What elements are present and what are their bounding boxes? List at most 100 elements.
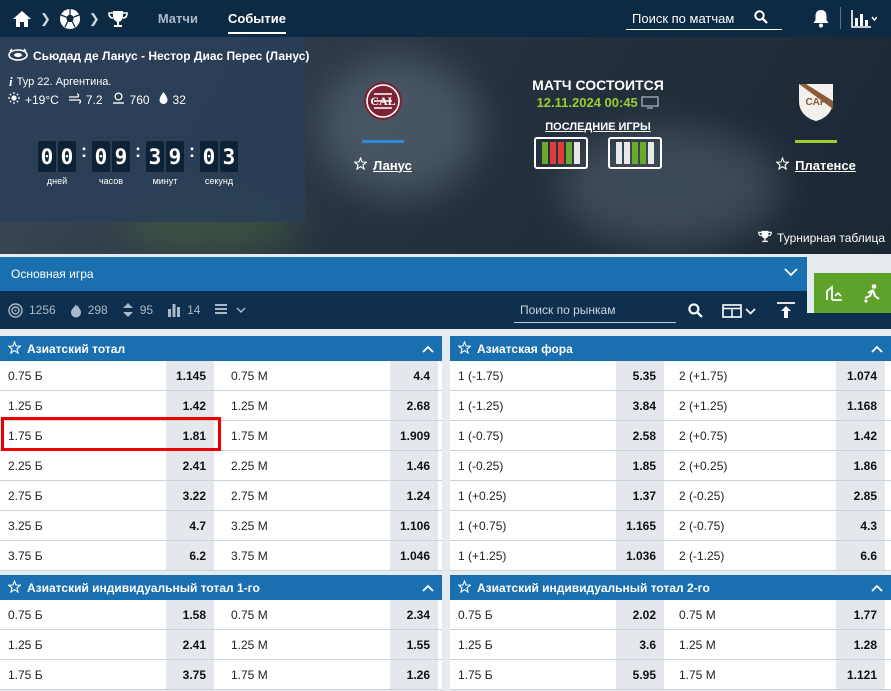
home-team-name[interactable]: Ланус — [353, 156, 412, 173]
soccer-ball-icon[interactable] — [59, 8, 81, 30]
form-result — [574, 141, 580, 164]
odds-button[interactable]: 2.58 — [616, 421, 664, 450]
star-icon[interactable] — [457, 578, 472, 596]
odds-button[interactable]: 1.036 — [616, 541, 664, 570]
market-group-label: Основная игра — [11, 267, 94, 281]
divider — [840, 7, 841, 29]
odds-button[interactable]: 1.58 — [166, 600, 214, 629]
odds-button[interactable]: 2.41 — [166, 451, 214, 480]
bell-icon[interactable] — [812, 9, 830, 28]
odds-button[interactable]: 1.86 — [836, 451, 885, 480]
tab-matches[interactable]: Матчи — [158, 0, 198, 37]
odds-button[interactable]: 1.168 — [836, 391, 885, 420]
market-header[interactable]: Азиатский индивидуальный тотал 2-го — [450, 575, 891, 600]
market-header[interactable]: Азиатский тотал — [0, 336, 442, 361]
star-icon[interactable] — [775, 156, 790, 173]
outcome-row: 1 (-0.75) 2.58 2 (+0.75) 1.42 — [450, 421, 891, 451]
filter-list-menu[interactable] — [214, 303, 246, 317]
home-icon[interactable] — [12, 10, 32, 28]
odds-button[interactable]: 1.85 — [616, 451, 664, 480]
odds-button[interactable]: 4.3 — [836, 511, 885, 540]
chevron-up-icon[interactable] — [871, 581, 883, 595]
last-games-link[interactable]: ПОСЛЕДНИЕ ИГРЫ — [480, 121, 716, 133]
odds-button[interactable]: 1.046 — [390, 541, 438, 570]
star-icon[interactable] — [457, 339, 472, 357]
filter-over-under[interactable]: 95 — [122, 302, 153, 318]
field-view-button[interactable] — [814, 273, 854, 313]
chevron-down-icon[interactable] — [784, 266, 798, 280]
odds-button[interactable]: 1.42 — [836, 421, 885, 450]
star-icon[interactable] — [353, 156, 368, 173]
star-icon[interactable] — [7, 578, 22, 596]
odds-button[interactable]: 1.55 — [390, 630, 438, 659]
tv-icon[interactable] — [641, 95, 660, 112]
odds-button[interactable]: 3.6 — [616, 630, 664, 659]
odds-button[interactable]: 3.84 — [616, 391, 664, 420]
away-team-name[interactable]: Платенсе — [775, 156, 856, 173]
odds-button[interactable]: 2.02 — [616, 600, 664, 629]
odds-button[interactable]: 1.165 — [616, 511, 664, 540]
odds-button[interactable]: 1.24 — [390, 481, 438, 510]
odds-button[interactable]: 2.85 — [836, 481, 885, 510]
odds-button[interactable]: 6.2 — [166, 541, 214, 570]
away-form[interactable] — [608, 136, 662, 169]
statistics-icon[interactable] — [851, 9, 877, 28]
odds-button[interactable]: 1.26 — [390, 660, 438, 689]
chevron-up-icon[interactable] — [871, 342, 883, 356]
odds-button[interactable]: 4.7 — [166, 511, 214, 540]
layout-toggle[interactable] — [722, 304, 756, 318]
market-title: Азиатская фора — [477, 341, 573, 356]
filter-stats[interactable]: 14 — [167, 302, 200, 318]
market-group-select[interactable]: Основная игра — [0, 257, 807, 291]
market-header[interactable]: Азиатская фора — [450, 336, 891, 361]
chevron-up-icon[interactable] — [422, 581, 434, 595]
search-icon[interactable] — [754, 10, 768, 27]
home-form[interactable] — [534, 136, 588, 169]
star-icon[interactable] — [7, 339, 22, 357]
match-search-input[interactable] — [626, 11, 754, 26]
market-header[interactable]: Азиатский индивидуальный тотал 1-го — [0, 575, 442, 600]
odds-button[interactable]: 1.145 — [166, 361, 214, 390]
odds-button[interactable]: 6.6 — [836, 541, 885, 570]
odds-button[interactable]: 1.909 — [390, 421, 438, 450]
market-search-input[interactable] — [520, 299, 670, 321]
outcome-label: 3.75 Б — [8, 548, 43, 563]
chevron-up-icon[interactable] — [422, 342, 434, 356]
away-team[interactable]: CAP Платенсе — [766, 81, 866, 173]
odds-button[interactable]: 5.95 — [616, 660, 664, 689]
tab-event[interactable]: Событие — [227, 0, 287, 37]
odds-button[interactable]: 1.074 — [836, 361, 885, 390]
odds-button[interactable]: 1.106 — [390, 511, 438, 540]
away-team-label[interactable]: Платенсе — [795, 158, 856, 173]
filter-hot[interactable]: 298 — [70, 302, 108, 318]
search-icon[interactable] — [688, 303, 703, 321]
outcome-row: 2.75 Б 3.22 2.75 М 1.24 — [0, 481, 442, 511]
standings-label[interactable]: Турнирная таблица — [777, 231, 885, 245]
odds-button[interactable]: 1.121 — [836, 660, 885, 689]
odds-button[interactable]: 4.4 — [390, 361, 438, 390]
home-team[interactable]: CAL Ланус — [350, 81, 416, 173]
player-view-button[interactable] — [852, 273, 891, 313]
odds-button[interactable]: 2.34 — [390, 600, 438, 629]
odds-button[interactable]: 1.46 — [390, 451, 438, 480]
odds-button[interactable]: 1.42 — [166, 391, 214, 420]
odds-button[interactable]: 2.68 — [390, 391, 438, 420]
outcome-label: 1 (-1.25) — [458, 398, 504, 413]
home-team-label[interactable]: Ланус — [373, 158, 412, 173]
odds-button[interactable]: 1.28 — [836, 630, 885, 659]
odds-button[interactable]: 2.41 — [166, 630, 214, 659]
odds-button[interactable]: 3.22 — [166, 481, 214, 510]
collapse-all-icon[interactable] — [776, 302, 796, 322]
standings-link[interactable]: Турнирная таблица — [758, 230, 885, 246]
match-info-panel: Сьюдад де Ланус - Нестор Диас Перес (Лан… — [0, 37, 309, 222]
market-rows: 0.75 Б 1.145 0.75 М 4.4 1.25 Б 1.42 1.25 М 2.68… — [0, 361, 442, 571]
odds-button[interactable]: 1.37 — [616, 481, 664, 510]
odds-button[interactable]: 5.35 — [616, 361, 664, 390]
odds-button[interactable]: 1.81 — [166, 421, 214, 450]
odds-button[interactable]: 3.75 — [166, 660, 214, 689]
odds-button[interactable]: 1.77 — [836, 600, 885, 629]
outcome-row: 1.75 Б 3.75 1.75 М 1.26 — [0, 660, 442, 690]
filter-all[interactable]: 1256 — [8, 302, 56, 318]
colon: : — [189, 141, 195, 161]
trophy-icon[interactable] — [108, 10, 128, 28]
